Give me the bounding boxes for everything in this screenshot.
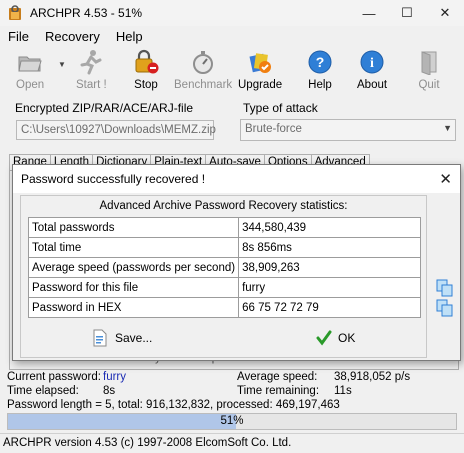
upgrade-label: Upgrade — [238, 79, 283, 91]
chevron-down-icon: ▼ — [443, 123, 452, 133]
svg-text:?: ? — [316, 54, 325, 70]
stats-table: Total passwords 344,580,439 Total time 8… — [27, 217, 421, 318]
copy-icon — [436, 299, 453, 317]
open-folder-icon — [16, 48, 44, 76]
stat-value: furry — [238, 277, 421, 298]
table-row: Total passwords 344,580,439 — [27, 217, 421, 238]
stat-key: Average speed (passwords per second) — [27, 257, 240, 278]
menu-file[interactable]: File — [0, 29, 37, 44]
close-window-button[interactable]: ✕ — [426, 0, 464, 26]
stat-key: Password for this file — [27, 277, 240, 298]
time-elapsed-label: Time elapsed: — [7, 385, 79, 397]
menu-help[interactable]: Help — [108, 29, 151, 44]
check-icon — [316, 330, 332, 346]
copy-password-button[interactable] — [436, 279, 454, 297]
about-info-icon: i — [358, 48, 386, 76]
stat-key: Password in HEX — [27, 297, 240, 318]
stat-value: 38,909,263 — [238, 257, 421, 278]
ok-button[interactable]: OK — [316, 327, 355, 349]
runner-icon — [77, 48, 105, 76]
maximize-button[interactable]: ☐ — [388, 0, 426, 26]
upgrade-box-icon — [246, 48, 274, 76]
time-elapsed-value: 8s — [103, 385, 116, 397]
progress-summary: Password length = 5, total: 916,132,832,… — [7, 399, 340, 411]
window-title: ARCHPR 4.53 - 51% — [30, 6, 143, 20]
about-label: About — [357, 79, 388, 91]
quit-door-icon — [415, 48, 443, 76]
stats-heading: Advanced Archive Password Recovery stati… — [99, 200, 348, 212]
app-logo-icon — [7, 5, 23, 21]
progress-percent: 51% — [220, 415, 244, 427]
dialog-title: Password successfully recovered ! — [21, 172, 206, 186]
ok-label: OK — [338, 331, 356, 345]
benchmark-label: Benchmark — [174, 79, 233, 91]
help-question-icon: ? — [306, 48, 334, 76]
stat-value: 66 75 72 72 79 — [238, 297, 421, 318]
quit-label: Quit — [418, 79, 440, 91]
upgrade-button[interactable]: Upgrade — [238, 48, 282, 94]
menu-recovery[interactable]: Recovery — [37, 29, 108, 44]
menu-bar: File Recovery Help — [0, 26, 151, 46]
save-label: Save... — [115, 331, 153, 345]
stat-value: 8s 856ms — [238, 237, 421, 258]
password-recovered-dialog: Password successfully recovered ! ✕ Adva… — [12, 164, 461, 361]
start-button[interactable]: Start ! — [76, 48, 107, 94]
save-button[interactable]: Save... — [91, 327, 152, 349]
svg-text:i: i — [370, 56, 374, 71]
time-remaining-label: Time remaining: — [237, 385, 320, 397]
stats-frame: Advanced Archive Password Recovery stati… — [20, 195, 427, 358]
table-row: Average speed (passwords per second) 38,… — [27, 257, 421, 278]
current-password-value: furry — [103, 371, 126, 383]
close-icon[interactable]: ✕ — [439, 170, 452, 188]
average-speed-label: Average speed: — [237, 371, 318, 383]
attack-type-label: Type of attack — [243, 101, 318, 115]
current-password-label: Current password: — [7, 371, 101, 383]
attack-type-value: Brute-force — [245, 123, 302, 135]
title-bar: ARCHPR 4.53 - 51% — ☐ ✕ — [0, 0, 464, 26]
minimize-button[interactable]: — — [350, 0, 388, 26]
save-doc-icon — [93, 329, 107, 347]
copy-icon — [436, 279, 453, 297]
progress-bar: 51% — [7, 413, 457, 430]
time-remaining-value: 11s — [334, 385, 352, 397]
stop-lock-icon — [132, 48, 160, 76]
stop-label: Stop — [134, 79, 158, 91]
stat-key: Total time — [27, 237, 240, 258]
help-label: Help — [308, 79, 332, 91]
encrypted-file-path-field[interactable]: C:\Users\10927\Downloads\MEMZ.zip — [16, 120, 216, 140]
stat-value: 344,580,439 — [238, 217, 421, 238]
dialog-title-bar: Password successfully recovered ! ✕ — [13, 165, 460, 193]
stop-button[interactable]: Stop — [132, 48, 160, 94]
browse-file-button[interactable] — [218, 120, 232, 140]
about-button[interactable]: i About — [357, 48, 387, 94]
open-label: Open — [16, 79, 45, 91]
table-row: Password in HEX 66 75 72 72 79 — [27, 297, 421, 318]
benchmark-button[interactable]: Benchmark — [174, 48, 232, 94]
open-dropdown-arrow-icon[interactable]: ▼ — [58, 60, 66, 69]
stat-key: Total passwords — [27, 217, 240, 238]
copy-hex-button[interactable] — [436, 299, 454, 317]
open-button[interactable]: Open — [16, 48, 44, 94]
status-bar: ARCHPR version 4.53 (c) 1997-2008 ElcomS… — [0, 433, 464, 453]
attack-type-select[interactable]: Brute-force ▼ — [240, 119, 456, 141]
average-speed-value: 38,918,052 p/s — [334, 371, 411, 383]
stopwatch-icon — [189, 48, 217, 76]
table-row: Total time 8s 856ms — [27, 237, 421, 258]
help-button[interactable]: ? Help — [306, 48, 334, 94]
encrypted-file-label: Encrypted ZIP/RAR/ACE/ARJ-file — [15, 101, 194, 115]
toolbar: Open ▼ Start ! Stop Benchmark Upgrade ? … — [0, 46, 464, 96]
quit-button[interactable]: Quit — [415, 48, 443, 94]
start-label: Start ! — [76, 79, 107, 91]
table-row: Password for this file furry — [27, 277, 421, 298]
